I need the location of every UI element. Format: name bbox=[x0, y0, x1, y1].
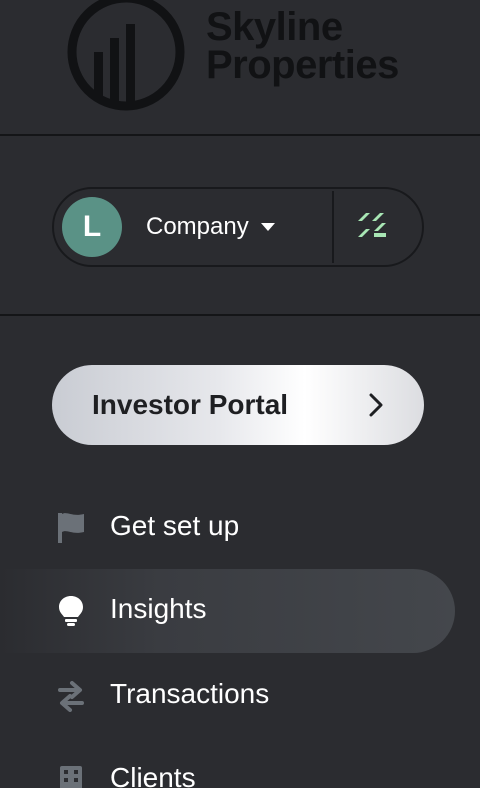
nav-item-transactions[interactable]: Transactions bbox=[0, 654, 455, 738]
divider-top bbox=[0, 134, 480, 136]
avatar[interactable]: L bbox=[62, 197, 122, 257]
company-switcher[interactable]: L Company bbox=[52, 187, 424, 267]
nav-label-clients: Clients bbox=[110, 762, 196, 788]
nav-item-get-set-up[interactable]: Get set up bbox=[0, 486, 455, 570]
investor-portal-button[interactable]: Investor Portal bbox=[52, 365, 424, 445]
brand-mark-icon[interactable] bbox=[354, 211, 390, 241]
divider-middle bbox=[0, 314, 480, 316]
brand-name-line1: Skyline bbox=[206, 5, 343, 49]
company-label: Company bbox=[146, 213, 249, 240]
nav-label-transactions: Transactions bbox=[110, 678, 270, 709]
building-icon bbox=[60, 766, 82, 788]
nav-label-get-set-up: Get set up bbox=[110, 510, 240, 541]
lightbulb-icon bbox=[59, 596, 83, 626]
arrows-exchange-icon bbox=[58, 681, 84, 712]
brand-logo[interactable]: Skyline Properties bbox=[66, 0, 426, 118]
switcher-divider bbox=[332, 191, 334, 263]
skyline-logo-icon bbox=[67, 0, 185, 111]
brand-name: Skyline Properties bbox=[206, 5, 399, 87]
chevron-right-icon bbox=[369, 393, 383, 417]
investor-portal-label: Investor Portal bbox=[92, 389, 289, 420]
brand-name-line2: Properties bbox=[206, 43, 399, 87]
nav-label-insights: Insights bbox=[110, 593, 207, 624]
nav-item-insights[interactable]: Insights bbox=[0, 569, 455, 653]
company-dropdown[interactable]: Company bbox=[146, 213, 275, 241]
flag-icon bbox=[58, 513, 84, 543]
caret-down-icon bbox=[260, 223, 275, 231]
nav-item-clients[interactable]: Clients bbox=[0, 738, 455, 788]
